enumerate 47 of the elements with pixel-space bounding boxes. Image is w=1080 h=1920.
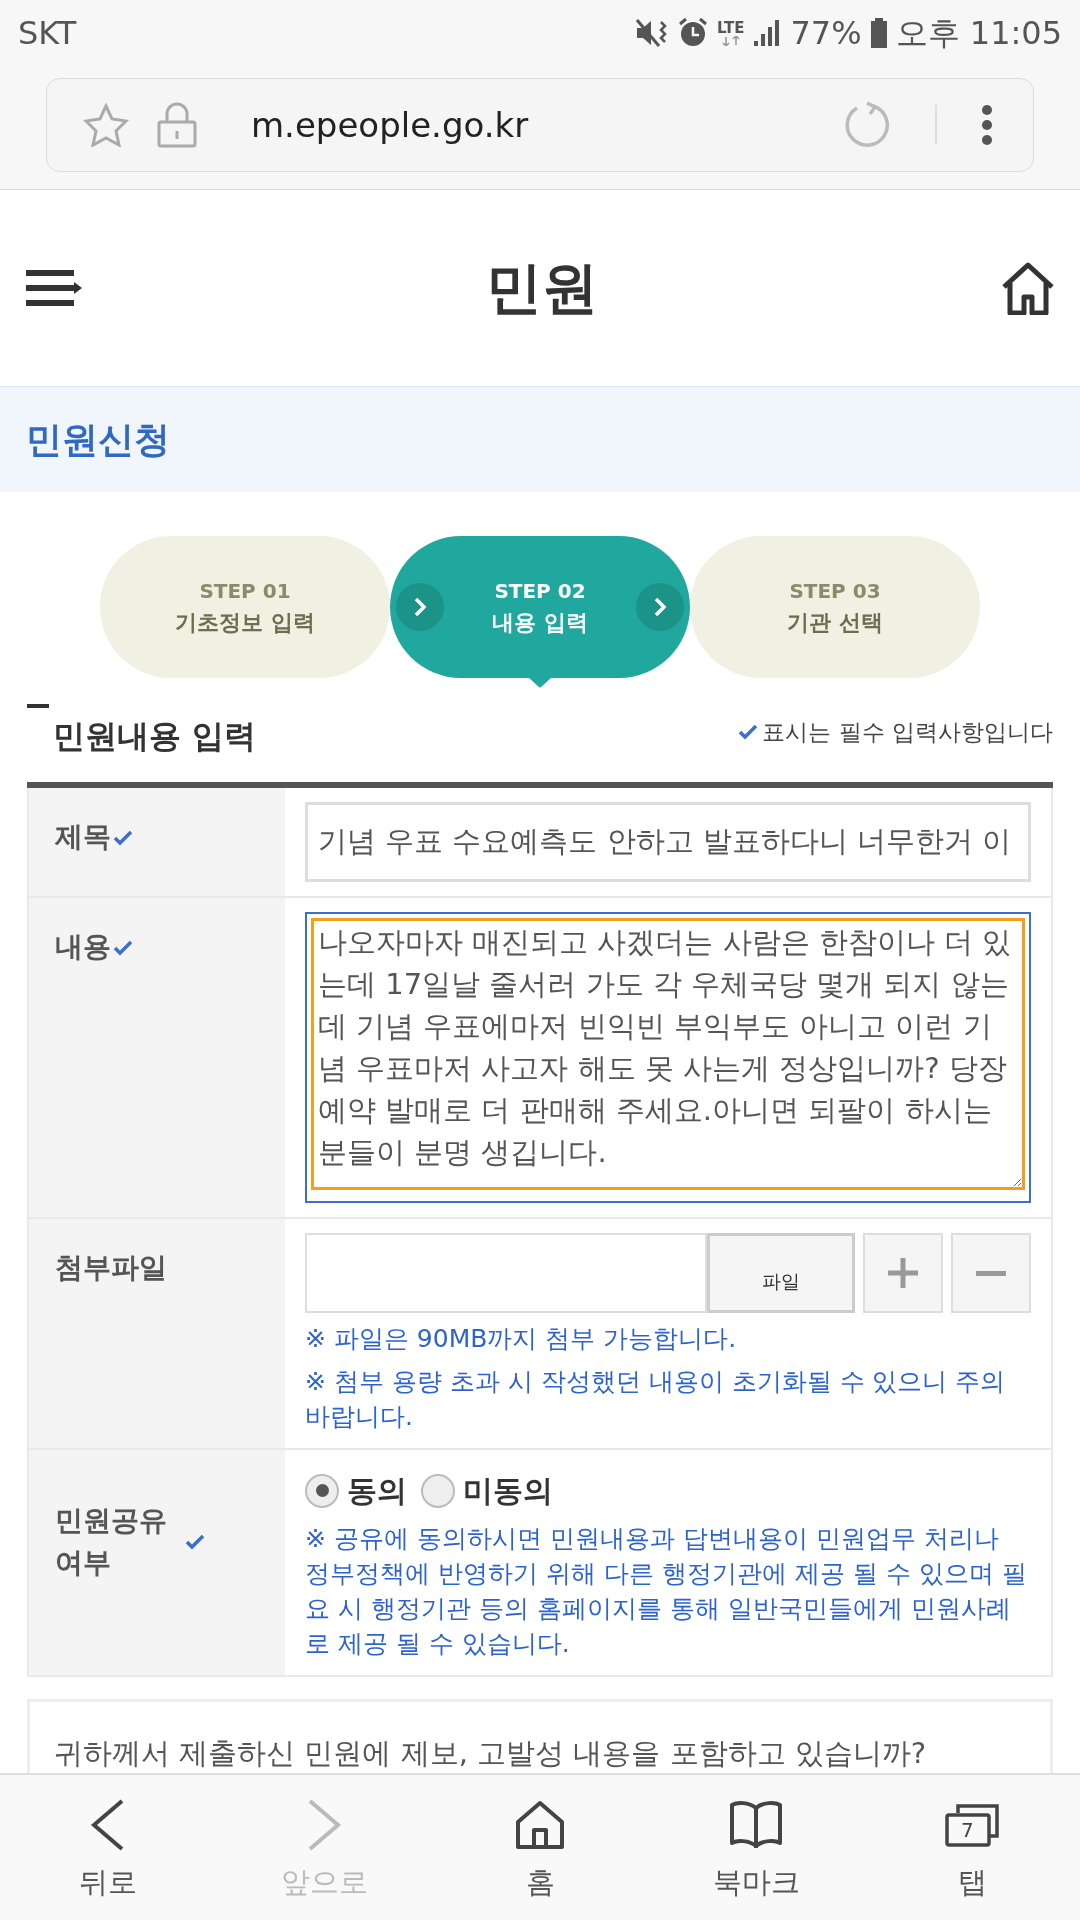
notice-text: ※ 첨부 용량 초과 시 작성했던 내용이 초기화될 수 있으니 주의 바랍니다. [305,1366,1007,1433]
network-type: LTE [716,20,745,36]
section-heading: 민원신청 [26,417,170,462]
title-field[interactable]: 기념 우표 수요예측도 안하고 발표하다니 너무한거 이 [305,802,1031,882]
check-icon [738,724,759,740]
home-icon[interactable] [1000,261,1056,315]
notice-text: ※ 파일은 90MB까지 첨부 가능합니다. [305,1323,738,1355]
required-note: 표시는 필수 입력사항입니다 [762,717,1053,747]
pointer-icon [529,678,551,688]
star-icon[interactable] [83,103,129,147]
more-icon[interactable] [981,104,993,146]
radio-button[interactable] [305,1473,339,1508]
notice-text: ※ 공유에 동의하시면 민원내용과 답변내용이 민원업무 처리나 정부정책에 반영하기 위해 다른 행정기관에 제공 될 수 있으며 필요 시 행정기관 등의 홈페이지를 통해 일반국민들에게 민원사례로 제공 될 수 있습니다. [305,1523,1028,1660]
carrier-name: SKT [18,13,77,54]
field-label: 제목 [55,820,111,853]
step-tab[interactable]: STEP 01 기초정보 입력 [100,536,390,678]
content-textarea[interactable]: 나오자마자 매진되고 사겠더는 사람은 한참이나 더 있는데 17일날 줄서러 가도 각 우체국당 몇개 되지 않는데 기념 우표에마저 빈익빈 부익부도 아니고 이런 기념 우표마저 사고자 해도 못 사는게 정상입니까? 당장 예약 발매로 더 판매해 주세요.아니면 되팔이 하시는 분들이 분명 생깁니다. [311,918,1025,1190]
chevron-icon [636,583,684,631]
required-check-icon [113,940,133,956]
clock-time: 오후 11:05 [895,13,1062,54]
radio-label[interactable]: 미동의 [463,1468,553,1513]
alarm-clock-icon [676,17,709,49]
required-check-icon [113,830,133,846]
step-tab[interactable]: STEP 03 기관 선택 [690,536,980,678]
field-label: 첨부파일 [55,1251,167,1284]
battery-percent: 77% [790,13,862,54]
plus-icon [885,1255,921,1291]
form-title: 민원내용 입력 [27,704,257,760]
file-button[interactable]: 파일 [707,1233,855,1313]
battery-icon [869,18,888,48]
mute-vibrate-icon [634,18,669,48]
data-arrows-icon [720,35,741,46]
required-check-icon [185,1534,205,1550]
lock-icon [157,102,197,148]
tab-count: 7 [961,1820,974,1840]
field-label: 내용 [55,930,111,963]
field-label: 민원공유 여부 [55,1503,168,1581]
reload-icon[interactable] [843,101,891,149]
page-title: 민원 [486,254,598,322]
radio-button[interactable] [421,1473,455,1508]
file-name-field[interactable] [305,1233,707,1313]
remove-file-button[interactable] [951,1233,1031,1313]
chevron-icon [396,583,444,631]
minus-icon [976,1271,1006,1276]
menu-icon[interactable] [24,268,84,308]
radio-label[interactable]: 동의 [347,1468,407,1513]
add-file-button[interactable] [863,1233,943,1313]
